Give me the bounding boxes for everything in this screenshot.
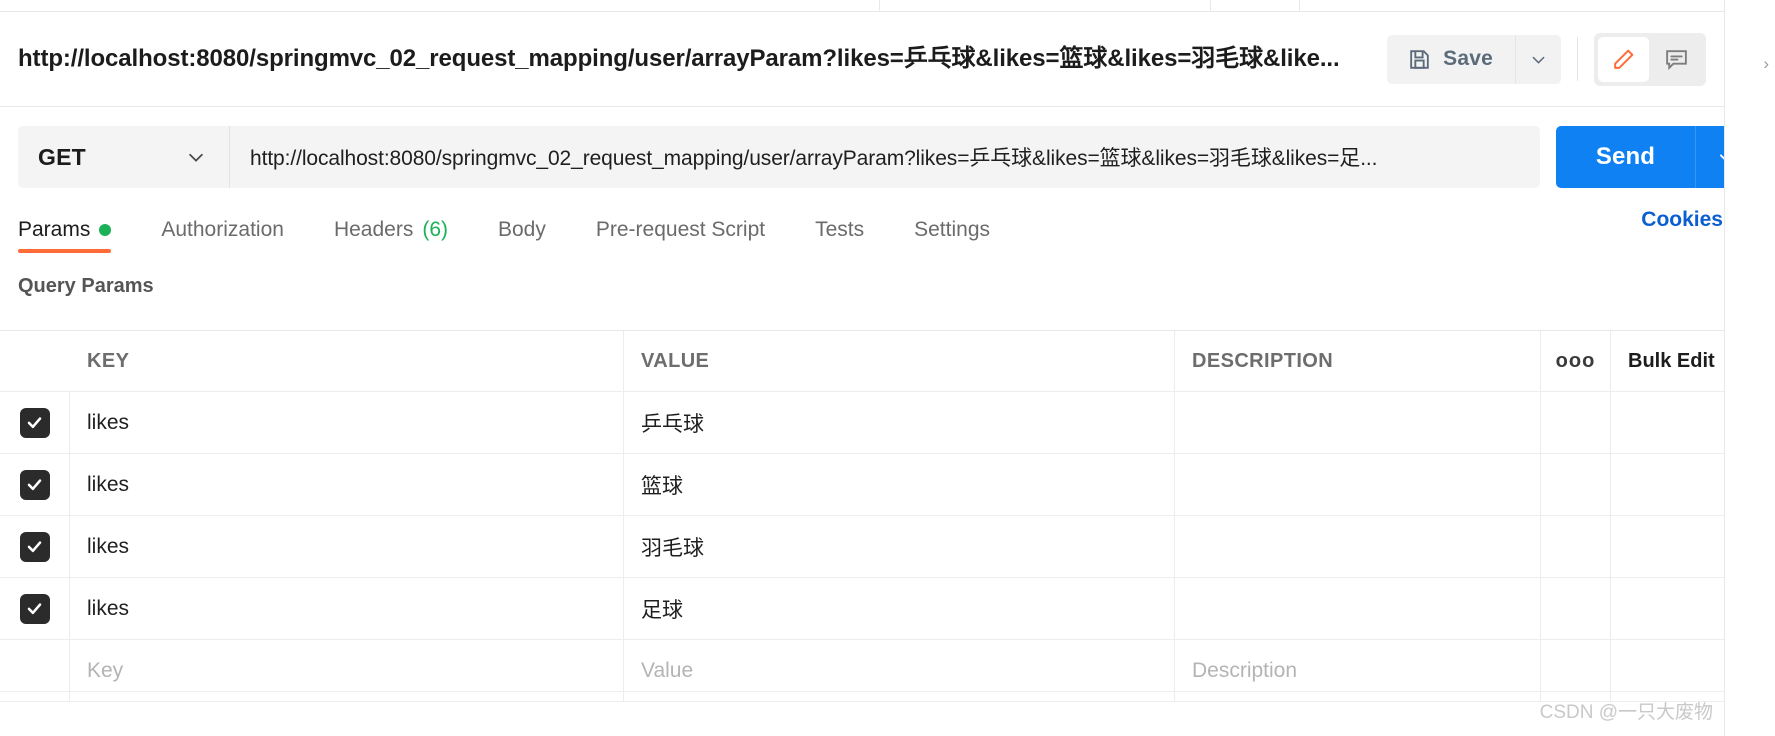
header-divider	[1577, 37, 1578, 81]
row-trailing-cell	[1611, 454, 1724, 515]
query-params-title: Query Params	[18, 275, 154, 297]
params-modified-dot	[99, 224, 112, 236]
new-param-description-input[interactable]: Description	[1192, 659, 1297, 683]
chevron-down-icon	[185, 146, 207, 168]
row-trailing-cell	[1611, 578, 1724, 639]
row-value[interactable]: 足球	[641, 594, 683, 624]
rail-marker-icon: ›	[1763, 54, 1769, 73]
query-params-table: KEY VALUE DESCRIPTION ooo Bulk Edit like…	[0, 330, 1724, 702]
row-key[interactable]: likes	[87, 597, 129, 621]
row-options-cell	[1541, 516, 1611, 577]
send-button[interactable]: Send	[1555, 126, 1695, 188]
row-value[interactable]: 羽毛球	[641, 532, 704, 562]
save-button-group: Save	[1387, 34, 1561, 84]
row-key[interactable]: likes	[87, 411, 129, 435]
tab-authorization[interactable]: Authorization	[161, 205, 284, 253]
tab-tests[interactable]: Tests	[815, 205, 864, 253]
tab-params[interactable]: Params	[18, 205, 112, 253]
tab-settings-label: Settings	[914, 218, 991, 241]
edit-request-button[interactable]	[1598, 36, 1649, 82]
status-bar-divider	[0, 691, 1724, 692]
floppy-disk-icon	[1407, 47, 1432, 72]
tab-headers-count: (6)	[422, 218, 448, 241]
header-checkbox-cell	[0, 331, 70, 391]
cookies-link[interactable]: Cookies	[1641, 205, 1723, 232]
row-checkbox[interactable]	[19, 531, 50, 562]
tab-params-label: Params	[18, 218, 91, 241]
tab-body-label: Body	[498, 218, 546, 241]
tab-strip	[0, 0, 1724, 12]
table-row-placeholder: Key Value Description	[0, 640, 1724, 702]
request-title: http://localhost:8080/springmvc_02_reque…	[18, 44, 1340, 72]
table-row: likes 羽毛球	[0, 516, 1724, 578]
row-trailing-cell	[1611, 516, 1724, 577]
http-method-select[interactable]: GET	[18, 126, 230, 188]
row-checkbox-cell	[0, 454, 70, 515]
tab-pre-request-script[interactable]: Pre-request Script	[596, 205, 765, 253]
tab-pre-request-script-label: Pre-request Script	[595, 218, 766, 241]
column-header-value: VALUE	[641, 349, 710, 372]
tab-headers-label: Headers	[333, 218, 414, 241]
request-header: http://localhost:8080/springmvc_02_reque…	[0, 12, 1724, 107]
right-sidebar: ›	[1724, 0, 1775, 736]
pencil-icon	[1611, 47, 1636, 72]
new-param-key-input[interactable]: Key	[87, 659, 123, 683]
url-input[interactable]: http://localhost:8080/springmvc_02_reque…	[230, 126, 1540, 188]
url-bar: GET http://localhost:8080/springmvc_02_r…	[0, 121, 1775, 193]
row-trailing-cell	[1611, 392, 1724, 453]
new-param-value-input[interactable]: Value	[641, 659, 693, 683]
row-checkbox[interactable]	[19, 469, 50, 500]
row-checkbox[interactable]	[19, 593, 50, 624]
comment-icon	[1664, 47, 1689, 72]
save-options-button[interactable]	[1515, 34, 1561, 84]
save-button[interactable]: Save	[1387, 34, 1515, 84]
row-checkbox-cell	[0, 516, 70, 577]
http-method-value: GET	[38, 143, 86, 170]
row-options-cell	[1541, 392, 1611, 453]
bulk-edit-button[interactable]: Bulk Edit	[1628, 350, 1715, 373]
tab-body[interactable]: Body	[498, 205, 546, 253]
request-tabs: Params Authorization Headers (6) Body Pr…	[0, 205, 1775, 268]
row-value[interactable]: 篮球	[641, 470, 683, 500]
row-key[interactable]: likes	[87, 473, 129, 497]
open-request-tab[interactable]	[0, 0, 880, 12]
table-row: likes 乒乓球	[0, 392, 1724, 454]
table-row: likes 篮球	[0, 454, 1724, 516]
row-checkbox-cell	[0, 392, 70, 453]
header-icon-group	[1594, 32, 1706, 86]
new-tab-button[interactable]	[1210, 0, 1300, 12]
watermark: CSDN @一只大废物	[1539, 702, 1713, 723]
table-header-row: KEY VALUE DESCRIPTION ooo Bulk Edit	[0, 331, 1724, 392]
comments-button[interactable]	[1651, 37, 1702, 82]
tab-settings[interactable]: Settings	[914, 205, 990, 253]
row-checkbox-cell	[0, 578, 70, 639]
row-key[interactable]: likes	[87, 535, 129, 559]
column-header-description: DESCRIPTION	[1192, 349, 1334, 372]
postman-request-pane: http://localhost:8080/springmvc_02_reque…	[0, 0, 1775, 736]
column-header-key: KEY	[87, 349, 130, 372]
row-options-cell	[1541, 578, 1611, 639]
table-options-icon[interactable]: ooo	[1556, 351, 1596, 371]
tab-authorization-label: Authorization	[161, 218, 284, 241]
url-input-value: http://localhost:8080/springmvc_02_reque…	[250, 147, 1378, 170]
tab-headers[interactable]: Headers (6)	[334, 205, 448, 253]
chevron-down-icon	[1529, 50, 1548, 69]
row-value[interactable]: 乒乓球	[641, 408, 704, 438]
tab-tests-label: Tests	[815, 218, 865, 241]
table-row: likes 足球	[0, 578, 1724, 640]
row-checkbox[interactable]	[19, 407, 50, 438]
row-options-cell	[1541, 454, 1611, 515]
save-button-label: Save	[1443, 47, 1493, 70]
